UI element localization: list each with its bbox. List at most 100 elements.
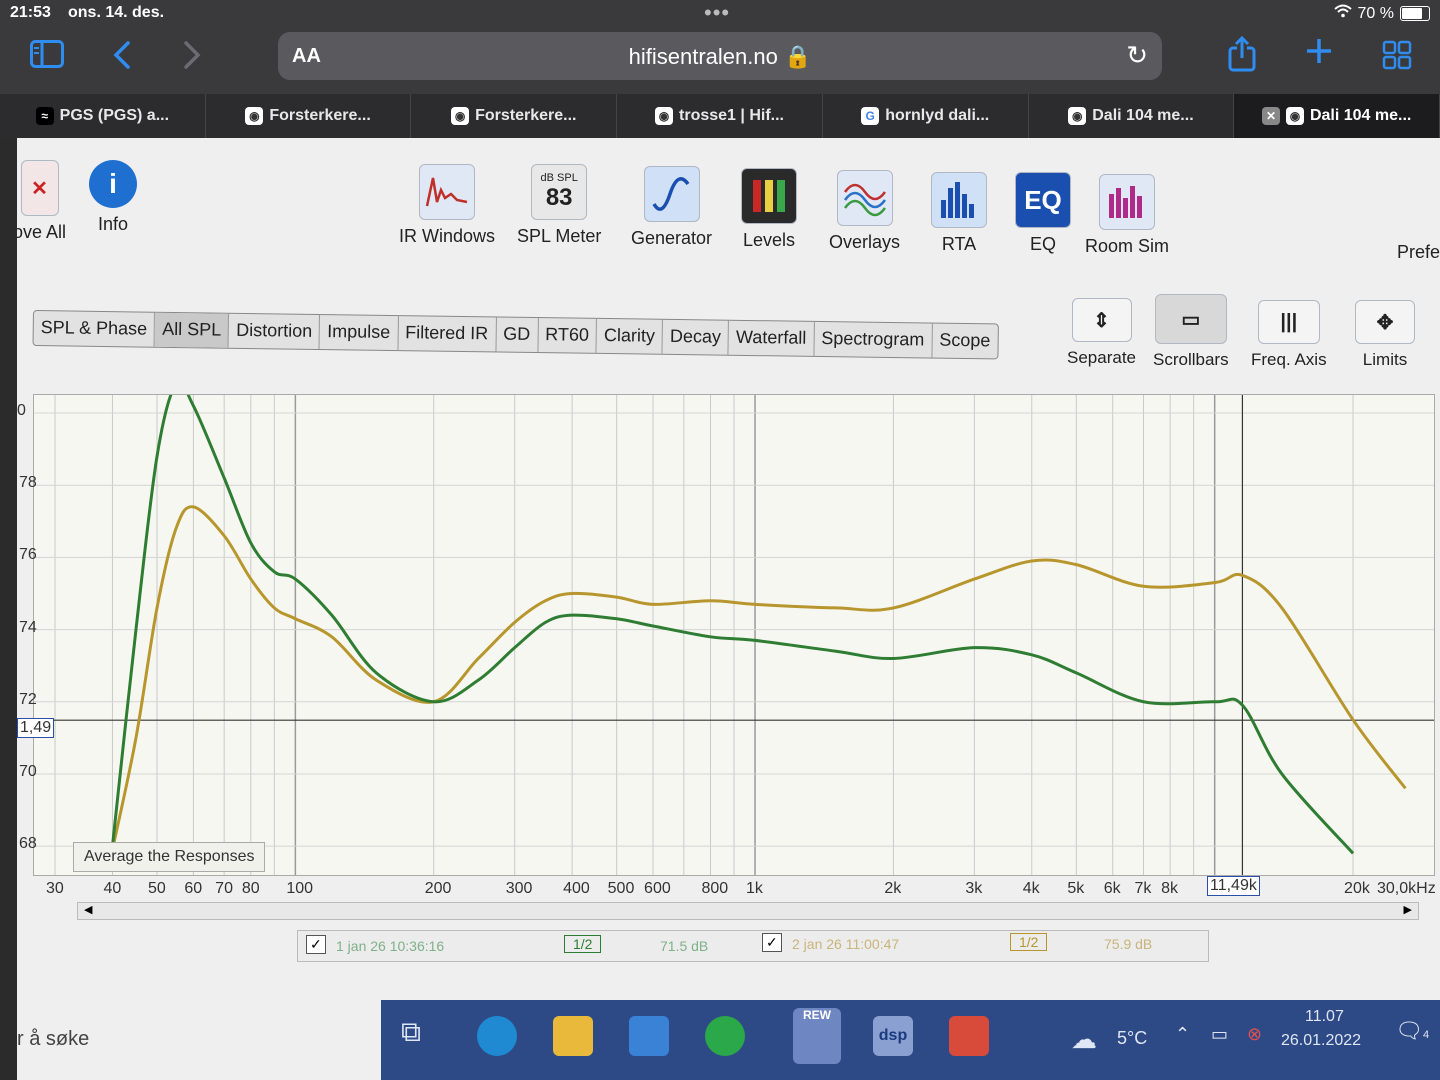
overlays-tool[interactable]: Overlays bbox=[829, 170, 900, 253]
address-bar[interactable]: AA hifisentralen.no 🔒 ↻ bbox=[278, 32, 1162, 80]
rta-icon bbox=[931, 172, 987, 228]
levels-icon bbox=[741, 168, 797, 224]
file-explorer-icon[interactable] bbox=[553, 1016, 593, 1056]
horizontal-scrollbar[interactable]: ◀ ▶ bbox=[77, 902, 1419, 920]
x-tick-label: 7k bbox=[1134, 880, 1152, 897]
limits-tool[interactable]: ✥ Limits bbox=[1355, 300, 1415, 370]
tab-distortion[interactable]: Distortion bbox=[228, 313, 321, 350]
tab-overview-icon[interactable] bbox=[1382, 40, 1412, 78]
browser-tab[interactable]: ◉ Forsterkere... bbox=[206, 94, 412, 138]
pgs-favicon-icon: ≈ bbox=[35, 107, 54, 125]
mail-icon[interactable] bbox=[629, 1016, 669, 1056]
battery-tray-icon[interactable]: ▭ bbox=[1211, 1024, 1228, 1045]
spl-meter-tool[interactable]: dB SPL 83 SPL Meter bbox=[517, 164, 601, 247]
tab-all-spl[interactable]: All SPL bbox=[154, 312, 230, 348]
edge-icon[interactable] bbox=[477, 1016, 517, 1056]
room-sim-tool[interactable]: Room Sim bbox=[1085, 174, 1169, 257]
x-tick-label: 5k bbox=[1067, 880, 1085, 897]
sidebar-icon[interactable] bbox=[30, 40, 64, 76]
weather-temperature[interactable]: 5°C bbox=[1117, 1028, 1147, 1049]
eq-tool[interactable]: EQ EQ bbox=[1015, 172, 1071, 255]
back-icon[interactable] bbox=[112, 40, 132, 78]
x-tick-label: 200 bbox=[424, 880, 452, 897]
spl-chart[interactable] bbox=[34, 380, 1434, 875]
remove-all-icon: ✕ bbox=[20, 160, 59, 216]
average-responses-button[interactable]: Average the Responses bbox=[73, 842, 266, 872]
app-icon[interactable] bbox=[949, 1016, 989, 1056]
cursor-x-readout: 11,49k bbox=[1207, 876, 1260, 896]
weather-cloud-icon[interactable]: ☁ bbox=[1071, 1024, 1097, 1055]
measurement-1-checkbox[interactable]: ✓ bbox=[306, 935, 326, 954]
tab-scope[interactable]: Scope bbox=[932, 324, 998, 359]
tab-spl-phase[interactable]: SPL & Phase bbox=[33, 311, 156, 347]
network-offline-icon[interactable]: ⊗ bbox=[1247, 1024, 1262, 1045]
notification-icon[interactable]: 🗨4 bbox=[1395, 1018, 1429, 1044]
browser-tab[interactable]: Ghornlyd dali... bbox=[823, 94, 1029, 138]
browser-tab[interactable]: ◉ Dali 104 me... bbox=[1029, 94, 1235, 138]
tab-impulse[interactable]: Impulse bbox=[319, 315, 399, 351]
browser-tab[interactable]: ≈ PGS (PGS) a... bbox=[0, 94, 206, 138]
y-tick-label: 78 bbox=[19, 474, 37, 492]
x-tick-label: 8k bbox=[1161, 880, 1179, 897]
scrollbars-icon: ▭ bbox=[1154, 294, 1227, 344]
reload-icon[interactable]: ↻ bbox=[1126, 40, 1148, 71]
separate-tool[interactable]: ⇕ Separate bbox=[1067, 298, 1136, 368]
remove-all-tool[interactable]: ✕ ove All bbox=[17, 160, 66, 243]
rew-app-icon[interactable]: REW bbox=[793, 1008, 841, 1064]
tab-rt60[interactable]: RT60 bbox=[537, 318, 598, 353]
date: ons. 14. des. bbox=[68, 4, 165, 21]
info-tool[interactable]: i Info bbox=[89, 160, 137, 235]
hifisentralen-favicon-icon: ◉ bbox=[1068, 107, 1087, 125]
x-tick-label: 500 bbox=[607, 880, 635, 897]
measurement-2-checkbox[interactable]: ✓ bbox=[762, 933, 782, 952]
tab-filtered-ir[interactable]: Filtered IR bbox=[397, 316, 497, 352]
scrollbars-tool[interactable]: ▭ Scrollbars bbox=[1153, 294, 1229, 370]
tab-spectrogram[interactable]: Spectrogram bbox=[814, 321, 933, 358]
ir-windows-icon bbox=[419, 164, 476, 220]
x-tick-label: 60 bbox=[184, 880, 203, 897]
preferences-tool[interactable]: Prefe bbox=[1397, 242, 1440, 263]
close-tab-icon[interactable]: ✕ bbox=[1261, 107, 1280, 125]
levels-tool[interactable]: Levels bbox=[741, 168, 797, 251]
x-tick-label: 3k bbox=[965, 880, 983, 897]
share-icon[interactable] bbox=[1228, 35, 1256, 80]
taskbar-clock-date[interactable]: 26.01.2022 bbox=[1281, 1032, 1361, 1050]
forward-icon[interactable] bbox=[182, 40, 202, 78]
y-tick-label: 0 bbox=[17, 402, 26, 420]
measurement-2-smoothing[interactable]: 1/2 bbox=[1010, 933, 1048, 951]
hifisentralen-favicon-icon: ◉ bbox=[245, 107, 264, 125]
freq-axis-tool[interactable]: ||| Freq. Axis bbox=[1251, 300, 1327, 370]
tab-clarity[interactable]: Clarity bbox=[596, 318, 664, 354]
x-tick-label: 30,0kHz bbox=[1377, 880, 1436, 897]
measurement-1-smoothing[interactable]: 1/2 bbox=[564, 935, 602, 953]
x-tick-label: 6k bbox=[1103, 880, 1121, 897]
windows-search-box[interactable]: r å søke bbox=[17, 1028, 89, 1051]
multitasking-dots-icon[interactable]: ••• bbox=[704, 0, 730, 26]
battery-icon bbox=[1400, 6, 1430, 21]
measurement-2-level: 75.9 dB bbox=[1104, 936, 1153, 952]
browser-tab[interactable]: ◉ trosse1 | Hif... bbox=[617, 94, 823, 138]
browser-tab-active[interactable]: ✕ ◉ Dali 104 me... bbox=[1234, 94, 1440, 138]
dsp-app-icon[interactable]: dsp bbox=[873, 1016, 913, 1056]
measurement-2-name: 2 jan 26 11:00:47 bbox=[792, 936, 900, 952]
new-tab-icon[interactable] bbox=[1304, 36, 1334, 74]
google-favicon-icon: G bbox=[861, 107, 880, 125]
spotify-icon[interactable] bbox=[705, 1016, 745, 1056]
taskbar-clock-time[interactable]: 11.07 bbox=[1305, 1008, 1344, 1026]
spl-graph[interactable] bbox=[33, 380, 1435, 876]
y-tick-label: 74 bbox=[19, 618, 37, 636]
task-view-icon[interactable]: ⧉ bbox=[401, 1016, 441, 1056]
tray-chevron-icon[interactable]: ⌃ bbox=[1175, 1024, 1190, 1045]
generator-tool[interactable]: Generator bbox=[631, 166, 712, 249]
series-line-1 bbox=[110, 380, 1355, 855]
scroll-right-icon[interactable]: ▶ bbox=[1404, 903, 1412, 916]
browser-tab[interactable]: ◉ Forsterkere... bbox=[411, 94, 618, 138]
scroll-left-icon[interactable]: ◀ bbox=[84, 903, 92, 916]
rta-tool[interactable]: RTA bbox=[931, 172, 987, 255]
tab-decay[interactable]: Decay bbox=[662, 319, 730, 355]
tab-gd[interactable]: GD bbox=[495, 317, 539, 353]
tab-waterfall[interactable]: Waterfall bbox=[728, 320, 815, 356]
eq-icon: EQ bbox=[1015, 172, 1071, 228]
url-text[interactable]: hifisentralen.no 🔒 bbox=[278, 44, 1162, 70]
ir-windows-tool[interactable]: IR Windows bbox=[399, 164, 495, 247]
